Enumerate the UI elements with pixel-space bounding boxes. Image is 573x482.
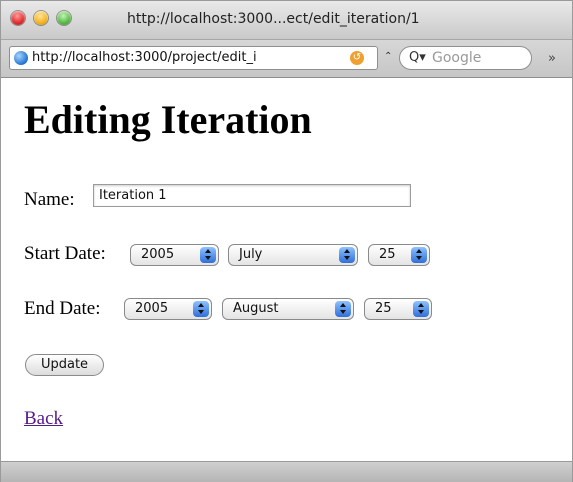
address-bar[interactable]: http://localhost:3000/project/edit_i ↺	[9, 46, 378, 70]
updown-arrows-icon	[411, 247, 427, 263]
search-field[interactable]: Q▾ Google	[399, 46, 532, 70]
update-button[interactable]: Update	[25, 354, 104, 376]
close-icon[interactable]	[11, 11, 25, 25]
snapback-icon[interactable]: ↺	[350, 51, 364, 65]
end-year-value: 2005	[135, 301, 169, 316]
address-text[interactable]: http://localhost:3000/project/edit_i	[32, 50, 332, 65]
end-day-value: 25	[375, 301, 392, 316]
start-month-select[interactable]: July	[228, 244, 358, 266]
globe-icon	[14, 51, 28, 65]
end-month-value: August	[233, 301, 279, 316]
minimize-icon[interactable]	[34, 11, 48, 25]
window-title: http://localhost:3000...ect/edit_iterati…	[127, 11, 420, 27]
search-icon[interactable]: Q▾	[409, 50, 426, 65]
updown-arrows-icon	[335, 301, 351, 317]
name-input[interactable]: Iteration 1	[93, 184, 411, 207]
browser-window: http://localhost:3000...ect/edit_iterati…	[0, 0, 573, 482]
updown-arrows-icon	[413, 301, 429, 317]
start-day-value: 25	[379, 247, 396, 262]
back-link[interactable]: Back	[24, 408, 63, 430]
page-title: Editing Iteration	[24, 97, 312, 142]
name-label: Name:	[24, 189, 75, 210]
browser-toolbar: http://localhost:3000/project/edit_i ↺ ⌃…	[1, 40, 572, 78]
status-bar	[1, 461, 572, 482]
start-month-value: July	[239, 247, 263, 262]
start-year-select[interactable]: 2005	[130, 244, 219, 266]
overflow-icon[interactable]: »	[548, 51, 556, 66]
chevron-up-icon[interactable]: ⌃	[384, 51, 392, 62]
updown-arrows-icon	[200, 247, 216, 263]
zoom-icon[interactable]	[57, 11, 71, 25]
title-bar: http://localhost:3000...ect/edit_iterati…	[1, 1, 572, 40]
page-content: Editing Iteration Name: Iteration 1 Star…	[1, 78, 572, 461]
end-month-select[interactable]: August	[222, 298, 354, 320]
start-date-label: Start Date:	[24, 243, 106, 264]
search-placeholder: Google	[432, 50, 482, 66]
end-date-label: End Date:	[24, 298, 101, 319]
end-year-select[interactable]: 2005	[124, 298, 212, 320]
start-year-value: 2005	[141, 247, 175, 262]
end-day-select[interactable]: 25	[364, 298, 432, 320]
start-day-select[interactable]: 25	[368, 244, 430, 266]
updown-arrows-icon	[339, 247, 355, 263]
updown-arrows-icon	[193, 301, 209, 317]
